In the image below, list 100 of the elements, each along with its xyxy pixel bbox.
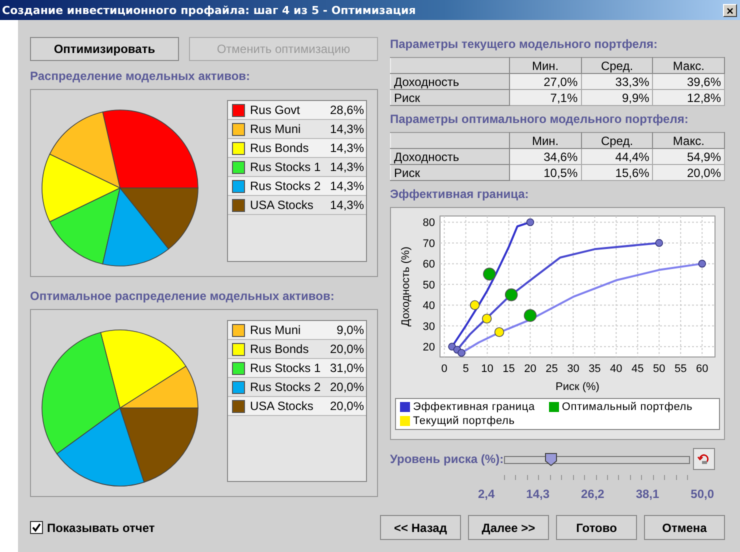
section-title: Оптимальное распределение модельных активов: xyxy=(30,289,336,303)
tick-label: 40 xyxy=(422,300,435,312)
asset-name: Rus Stocks 2 xyxy=(250,179,322,193)
asset-share: 20,0% xyxy=(330,342,364,356)
pie-slice xyxy=(120,188,198,250)
nav-button[interactable]: << Назад xyxy=(380,515,461,540)
table-cell: 54,9% xyxy=(652,148,724,164)
asset-share: 14,3% xyxy=(330,160,364,174)
tick-label: 40 xyxy=(610,363,622,375)
legend-label: Оптимальный портфель xyxy=(562,401,693,413)
axis-title: Доходность (%) xyxy=(400,246,412,326)
table-cell: 44,4% xyxy=(581,148,653,164)
asset-share: 31,0% xyxy=(330,361,364,375)
table-cell: 27,0% xyxy=(510,74,582,90)
slider-track[interactable] xyxy=(504,456,690,464)
asset-name: Rus Govt xyxy=(250,103,302,117)
window-title: Создание инвестиционного профайла: шаг 4 из 5 - Оптимизация xyxy=(2,4,417,16)
asset-name: Rus Stocks 1 xyxy=(250,361,322,375)
tick-label: 60 xyxy=(696,363,708,375)
table-cell: 39,6% xyxy=(652,74,724,90)
tick-label: 5 xyxy=(462,363,469,375)
column-header: Макс. xyxy=(652,58,724,74)
tick-label: 45 xyxy=(632,363,644,375)
nav-button[interactable]: Далее >> xyxy=(468,515,549,540)
row-header: Риск xyxy=(390,90,510,106)
undo-icon xyxy=(697,452,711,466)
slider-label: Уровень риска (%): xyxy=(390,452,504,466)
tick-label: 14,3 xyxy=(526,487,550,501)
table-cell: 33,3% xyxy=(581,74,653,90)
column-header: Макс. xyxy=(652,132,724,148)
pie-slice xyxy=(42,332,120,454)
tick-label: 26,2 xyxy=(580,487,604,501)
pie-slice xyxy=(120,366,198,408)
asset-share: 20,0% xyxy=(330,399,364,413)
pie-slice xyxy=(102,110,198,188)
legend-label: Текущий портфель xyxy=(413,415,515,427)
asset-name: Rus Bonds xyxy=(250,342,310,356)
tick-label: 15 xyxy=(502,363,515,375)
pie-slice xyxy=(100,330,186,408)
close-button[interactable]: × xyxy=(723,4,737,16)
tick-label: 60 xyxy=(422,258,435,271)
tick-label: 20 xyxy=(422,342,435,354)
tick-label: 30 xyxy=(567,363,580,375)
column-header: Мин. xyxy=(510,58,582,74)
table-cell: 10,5% xyxy=(510,164,582,180)
pie-slice xyxy=(56,408,145,486)
tick-label: 0 xyxy=(441,363,448,375)
asset-share: 28,6% xyxy=(330,103,364,117)
action-button[interactable]: Оптимизировать xyxy=(30,37,179,61)
tick-label: 20 xyxy=(524,363,536,375)
pie-slice xyxy=(102,188,170,266)
asset-name: Rus Stocks 1 xyxy=(250,160,322,174)
tick-label: 70 xyxy=(422,238,435,250)
point xyxy=(458,348,466,357)
table-cell: 20,0% xyxy=(652,164,724,180)
checkbox[interactable] xyxy=(30,521,43,534)
table-cell: 7,1% xyxy=(510,90,582,106)
tick-label: 50 xyxy=(422,279,435,292)
tick-label: 2,4 xyxy=(478,487,495,501)
checkbox-label: Показывать отчет xyxy=(47,520,155,534)
asset-share: 14,3% xyxy=(330,141,364,155)
tick-label: 10 xyxy=(481,363,494,375)
table-cell: 34,6% xyxy=(510,148,582,164)
tick-label: 50,0 xyxy=(690,487,714,501)
tick-label: 35 xyxy=(588,363,601,375)
asset-share: 14,3% xyxy=(330,179,364,193)
asset-name: Rus Muni xyxy=(250,122,302,136)
axis-title: Риск (%) xyxy=(556,381,600,393)
nav-button[interactable]: Готово xyxy=(556,515,637,540)
section-title: Эффективная граница: xyxy=(390,187,530,201)
asset-name: Rus Stocks 2 xyxy=(250,380,322,394)
section-title: Параметры оптимального модельного портфеля: xyxy=(390,112,690,126)
section-title: Параметры текущего модельного портфеля: xyxy=(390,37,659,51)
tick-label: 38,1 xyxy=(636,487,660,501)
pie-slice xyxy=(49,188,120,264)
column-header: Сред. xyxy=(581,58,653,74)
slider-thumb[interactable] xyxy=(545,453,557,466)
asset-name: USA Stocks xyxy=(250,198,314,212)
table-cell: 12,8% xyxy=(652,90,724,106)
tick-label: 30 xyxy=(422,320,435,333)
legend-label: Эффективная граница xyxy=(413,401,535,413)
pie-slice xyxy=(42,154,120,222)
asset-share: 14,3% xyxy=(330,122,364,136)
tick-label: 25 xyxy=(546,363,558,375)
column-header: Мин. xyxy=(510,132,582,148)
asset-share: 9,0% xyxy=(336,323,364,337)
asset-name: Rus Muni xyxy=(250,323,302,337)
asset-share: 20,0% xyxy=(330,380,364,394)
tick-label: 50 xyxy=(653,363,666,375)
tick-label: 80 xyxy=(422,217,435,230)
asset-share: 14,3% xyxy=(330,198,364,212)
table-cell: 9,9% xyxy=(581,90,653,106)
point xyxy=(655,239,664,247)
table-cell: 15,6% xyxy=(581,164,653,180)
tick-label: 55 xyxy=(674,363,687,375)
row-header: Доходность xyxy=(390,74,510,90)
reset-button[interactable] xyxy=(693,448,715,470)
nav-button[interactable]: Отмена xyxy=(644,515,725,540)
column-header: Сред. xyxy=(581,132,653,148)
section-title: Распределение модельных активов: xyxy=(30,69,252,83)
